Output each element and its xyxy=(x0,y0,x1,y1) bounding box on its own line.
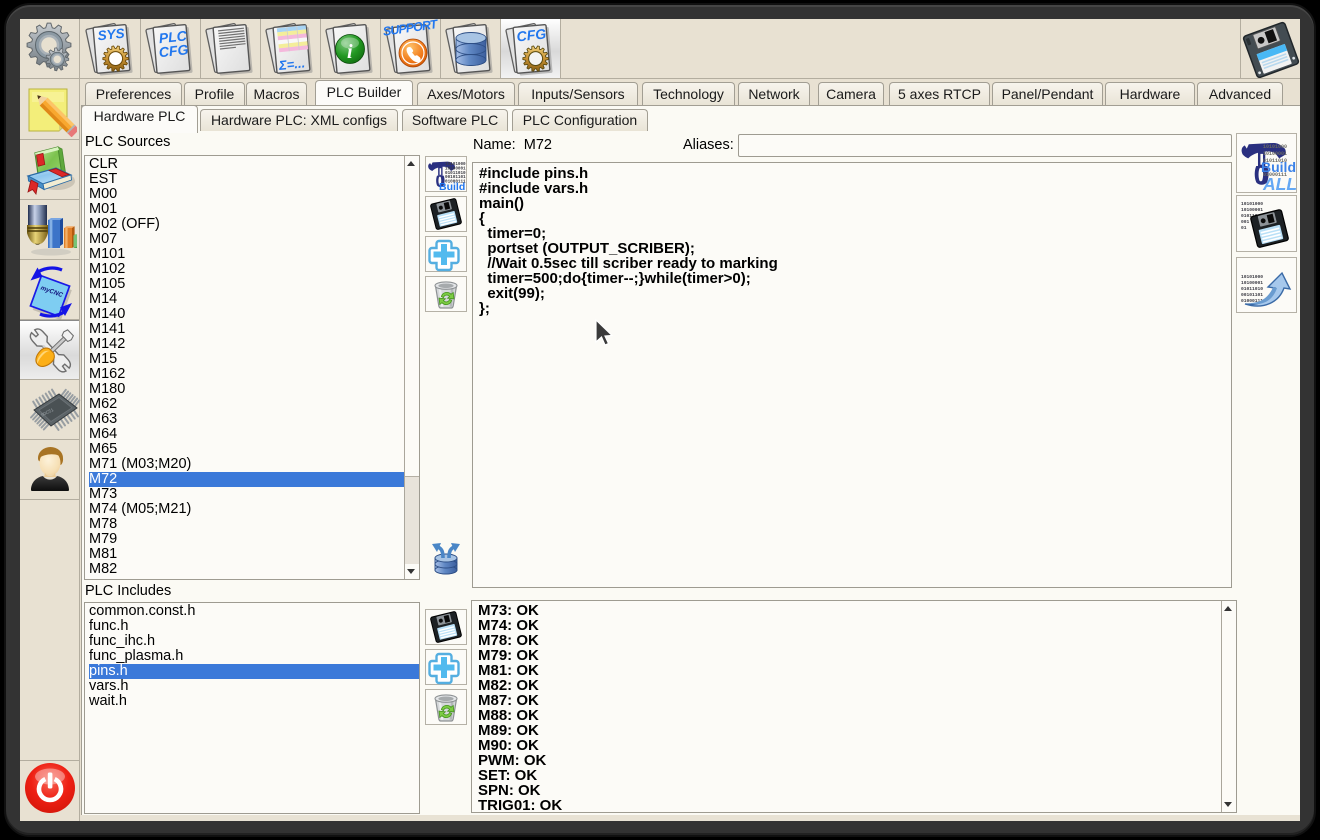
svg-text:Build: Build xyxy=(1261,159,1296,175)
svg-text:10101000: 10101000 xyxy=(1241,274,1263,280)
svg-text:01: 01 xyxy=(1241,225,1247,231)
svg-text:10100001: 10100001 xyxy=(1241,280,1263,286)
svg-text:001: 001 xyxy=(1241,219,1250,225)
svg-text:Σ=...: Σ=... xyxy=(277,55,306,73)
svg-text:CFG: CFG xyxy=(516,25,547,44)
svg-text:Build: Build xyxy=(439,181,465,191)
svg-text:CFG: CFG xyxy=(158,41,189,60)
svg-text:10100001: 10100001 xyxy=(1263,151,1287,157)
svg-text:10101000: 10101000 xyxy=(1263,144,1287,150)
svg-text:01011010: 01011010 xyxy=(1241,286,1263,292)
svg-text:00101101: 00101101 xyxy=(1241,292,1263,298)
svg-text:SYS: SYS xyxy=(97,26,125,44)
svg-text:10101000: 10101000 xyxy=(1241,201,1263,207)
svg-text:i: i xyxy=(347,41,353,63)
svg-text:ALL: ALL xyxy=(1262,174,1296,192)
svg-text:10100001: 10100001 xyxy=(1241,207,1263,213)
